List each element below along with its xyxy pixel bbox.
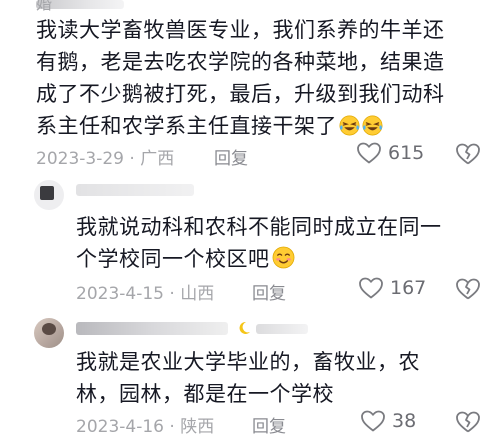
comment-text-line: 我就说动科和农科不能同时成立在同一 [76,215,442,239]
comment-body[interactable]: 我就是农业大学毕业的，畜牧业，农 林，园林，都是在一个学校 [0,340,496,410]
comment-location: 山西 [180,284,215,304]
laughing-crying-emoji [339,115,360,136]
broken-heart-icon[interactable] [455,410,481,434]
reply-button[interactable]: 回复 [252,412,286,437]
heart-icon [361,410,385,432]
comment-meta: 2023-3-29 · 广西 [36,144,174,169]
comment-date: 2023-3-29 [36,149,124,169]
comment-body[interactable]: 我就说动科和农科不能同时成立在同一 个学校同一个校区吧 [0,205,496,275]
comment-date: 2023-4-15 [76,284,164,304]
smiling-blush-emoji [272,246,294,269]
comment-text-line-with-emoji: 系主任和农学系主任直接干架了 [36,110,383,142]
like-count: 167 [390,277,427,299]
comment-location: 陕西 [180,417,215,437]
comment-text-line: 个学校同一个校区吧 [76,247,270,271]
comment-text-line: 系主任和农学系主任直接干架了 [36,114,337,138]
comment-body[interactable]: 我读大学畜牧兽医专业，我们系养的牛羊还 有鹅，老是去吃农学院的各种菜地，结果造 … [0,0,496,140]
comment-text-line: 有鹅，老是去吃农学院的各种菜地，结果造 [36,50,445,74]
like-count: 615 [388,142,425,164]
meta-separator: · [169,284,175,304]
broken-heart-icon[interactable] [455,277,481,301]
laughing-crying-emoji [362,115,383,136]
heart-icon [357,142,381,164]
comment-text-line: 我就是农业大学毕业的，畜牧业，农 [76,350,420,374]
comment-meta: 2023-4-15 · 山西 [76,279,214,304]
like-count: 38 [392,410,417,432]
comment-text-line: 我读大学畜牧兽医专业，我们系养的牛羊还 [36,18,445,42]
comment-meta: 2023-4-16 · 陕西 [76,412,214,437]
comment-thread: 婚 我读大学畜牧兽医专业，我们系养的牛羊还 有鹅，老是去吃农学院的各种菜地，结果… [0,0,496,441]
broken-heart-icon[interactable] [455,142,481,166]
crescent-moon-icon [239,321,250,334]
comment-text-line-with-emoji: 个学校同一个校区吧 [76,243,295,275]
comment-location: 广西 [140,149,175,169]
like-button[interactable]: 167 [358,276,426,300]
author-name-blurred [256,324,308,334]
like-button[interactable]: 38 [360,409,416,433]
comment-text-line: 林，园林，都是在一个学校 [76,382,334,406]
like-button[interactable]: 615 [356,141,424,165]
reply-button[interactable]: 回复 [214,144,248,169]
comment-date: 2023-4-16 [76,417,164,437]
meta-separator: · [129,149,135,169]
comment-text-line: 成了不少鹅被打死，最后，升级到我们动科 [36,82,445,106]
heart-icon [359,277,383,299]
author-name-blurred[interactable] [76,184,194,196]
meta-separator: · [169,417,175,437]
author-name-blurred[interactable] [76,322,228,335]
reply-button[interactable]: 回复 [252,279,286,304]
